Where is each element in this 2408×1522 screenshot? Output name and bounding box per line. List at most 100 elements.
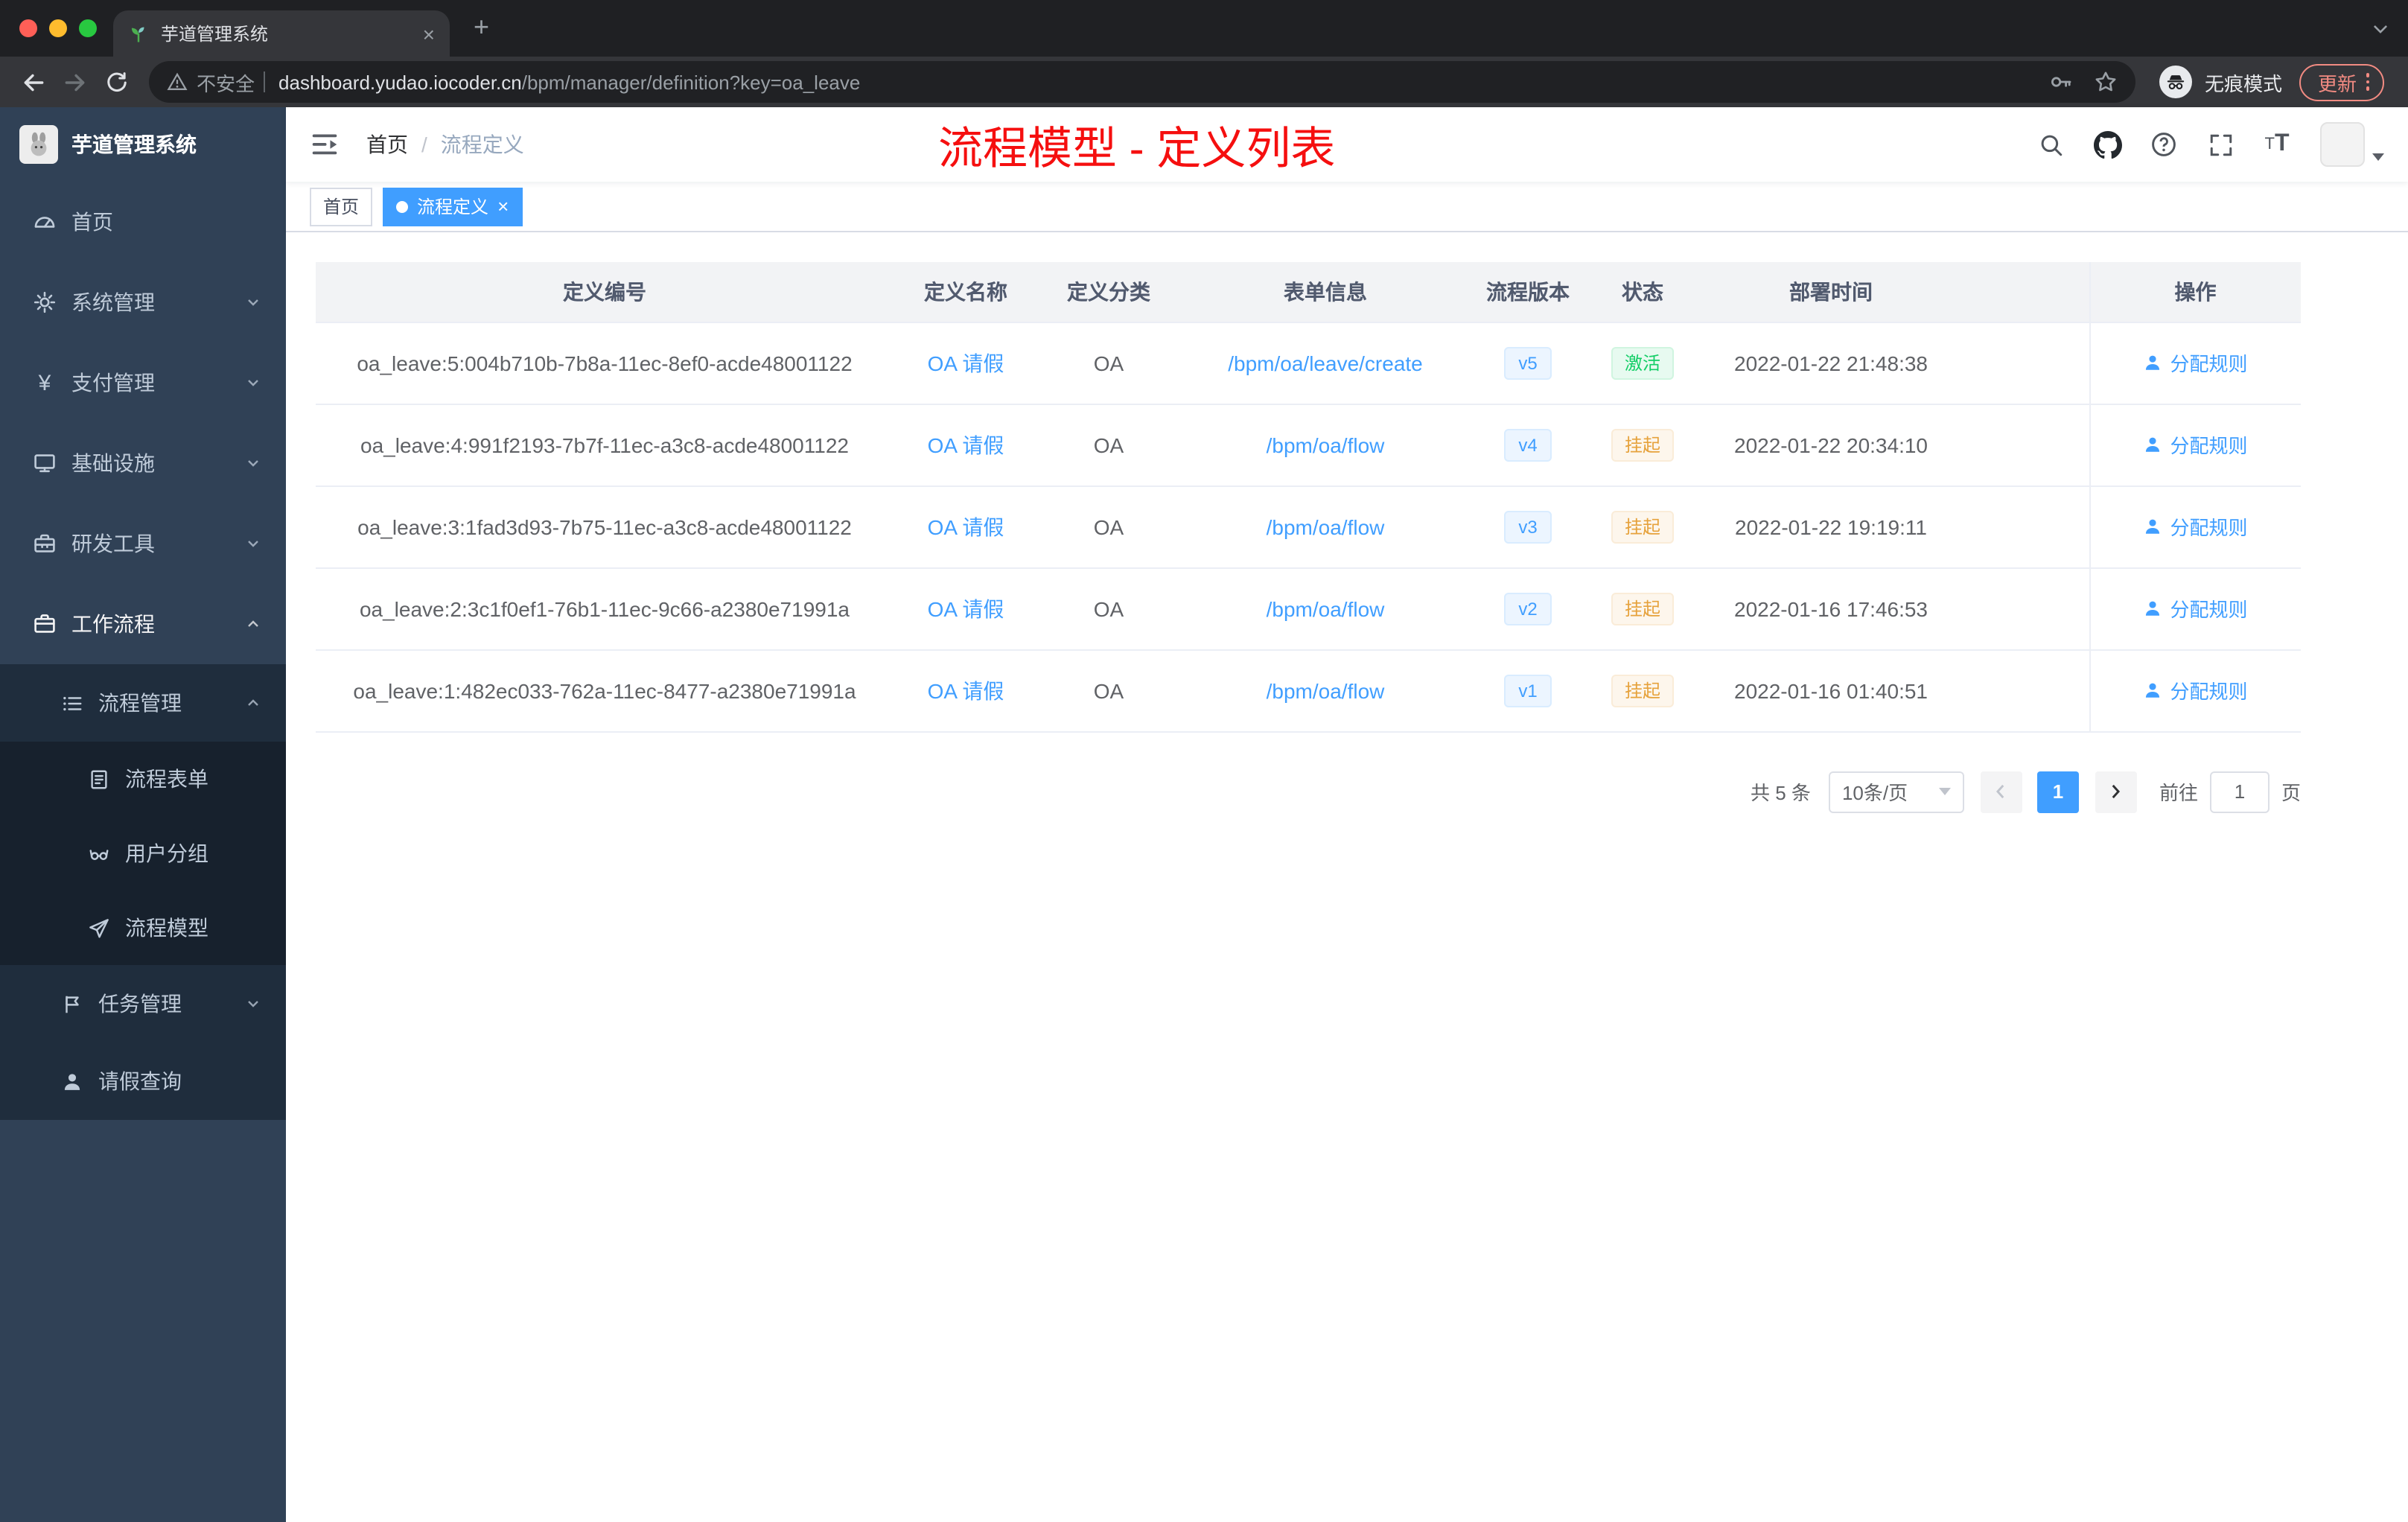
tags-view: 首页 流程定义 × [286,182,2408,232]
assign-rule-button[interactable]: 分配规则 [2143,348,2248,377]
sidebar-item-system[interactable]: 系统管理 [0,262,286,343]
cell-spacer [1961,485,2089,568]
sidebar-item-home[interactable]: 首页 [0,182,286,262]
version-tag: v2 [1503,592,1552,625]
paper-plane-icon [86,916,110,940]
browser-update-button[interactable]: 更新 [2299,63,2384,101]
definition-name-link[interactable]: OA 请假 [928,515,1004,538]
help-icon[interactable] [2144,125,2183,164]
user-icon [2146,519,2160,534]
sidebar-item-task-management[interactable]: 任务管理 [0,965,286,1042]
back-icon[interactable] [12,61,54,103]
assign-rule-button[interactable]: 分配规则 [2143,430,2248,459]
status-badge: 挂起 [1611,674,1674,707]
sidebar-item-leave-query[interactable]: 请假查询 [0,1042,286,1120]
column-header: 定义编号 [316,262,894,322]
prev-page-button[interactable] [1980,771,2022,812]
table-row: oa_leave:3:1fad3d93-7b75-11ec-a3c8-acde4… [316,485,2301,568]
new-tab-button[interactable]: + [474,12,489,43]
next-page-button[interactable] [2095,771,2137,812]
chevron-down-icon [244,535,262,553]
assign-rule-button[interactable]: 分配规则 [2143,676,2248,704]
user-icon [2146,355,2160,370]
sidebar-item-payment[interactable]: ¥ 支付管理 [0,343,286,423]
sidebar-logo[interactable]: 芋道管理系统 [0,107,286,182]
window-minimize-button[interactable] [49,19,67,37]
chevron-left-icon [1996,784,2005,799]
browser-tab[interactable]: 芋道管理系统 × [113,10,450,57]
form-link[interactable]: /bpm/oa/flow [1267,678,1385,702]
tab-search-chevron-icon[interactable] [2371,19,2390,39]
chevron-down-icon [244,995,262,1013]
user-group-icon [86,841,110,865]
definition-name-link[interactable]: OA 请假 [928,351,1004,375]
sidebar-fold-icon[interactable] [310,128,343,161]
address-bar[interactable]: 不安全 dashboard.yudao.iocoder.cn/bpm/manag… [149,61,2136,103]
page-number-1[interactable]: 1 [2036,771,2079,812]
column-header: 定义分类 [1038,262,1179,322]
insecure-warning-icon[interactable] [167,71,188,92]
cell-definition-id: oa_leave:5:004b710b-7b8a-11ec-8ef0-acde4… [316,322,894,404]
form-link[interactable]: /bpm/oa/flow [1267,596,1385,620]
font-size-icon[interactable]: TT [2258,125,2296,164]
page-size-select[interactable]: 10条/页 [1828,771,1964,812]
sidebar: 芋道管理系统 首页 系统管理 ¥ 支付管理 基础设施 研发工具 工作流程 流程管… [0,107,286,1522]
reload-icon[interactable] [95,61,137,103]
sidebar-item-label: 首页 [71,210,113,234]
search-icon[interactable] [2031,125,2070,164]
assign-rule-button[interactable]: 分配规则 [2143,512,2248,541]
browser-tab-strip: 芋道管理系统 × + [0,0,2408,57]
browser-menu-icon[interactable] [2366,73,2369,91]
tag-home[interactable]: 首页 [310,187,373,226]
window-zoom-button[interactable] [79,19,97,37]
window-close-button[interactable] [19,19,37,37]
breadcrumb-home[interactable]: 首页 [366,130,408,159]
tab-close-icon[interactable]: × [423,23,435,44]
cell-spacer [1961,322,2089,404]
sidebar-item-process-form[interactable]: 流程表单 [0,742,286,816]
version-tag: v5 [1503,346,1552,379]
form-link[interactable]: /bpm/oa/leave/create [1228,351,1423,375]
cell-deploy-time: 2022-01-22 21:48:38 [1701,322,1961,404]
sidebar-item-label: 支付管理 [71,371,155,395]
bookmark-star-icon[interactable] [2095,70,2118,94]
omnibox-divider [264,71,266,92]
avatar[interactable] [2320,122,2365,167]
sidebar-item-label: 研发工具 [71,532,155,555]
github-icon[interactable] [2088,125,2127,164]
assign-rule-label: 分配规则 [2170,517,2248,539]
url-host: dashboard.yudao.iocoder.cn [278,71,522,93]
tag-process-definition[interactable]: 流程定义 × [383,187,523,226]
breadcrumb-separator: / [421,133,427,156]
yen-icon: ¥ [38,370,51,395]
user-menu[interactable] [2320,122,2384,167]
avatar-caret-icon [2372,153,2384,161]
definition-name-link[interactable]: OA 请假 [928,596,1004,620]
fullscreen-icon[interactable] [2201,125,2240,164]
tag-close-icon[interactable]: × [497,197,509,216]
forward-icon[interactable] [54,61,95,103]
cell-definition-id: oa_leave:2:3c1f0ef1-76b1-11ec-9c66-a2380… [316,567,894,650]
definition-name-link[interactable]: OA 请假 [928,433,1004,456]
password-key-icon[interactable] [2050,70,2074,94]
assign-rule-button[interactable]: 分配规则 [2143,594,2248,623]
table-row: oa_leave:1:482ec033-762a-11ec-8477-a2380… [316,649,2301,732]
form-link[interactable]: /bpm/oa/flow [1267,433,1385,456]
sidebar-item-process-model[interactable]: 流程模型 [0,891,286,965]
table-row: oa_leave:4:991f2193-7b7f-11ec-a3c8-acde4… [316,404,2301,486]
cell-category: OA [1038,322,1179,404]
page-size-value: 10条/页 [1841,782,1908,804]
sidebar-item-infrastructure[interactable]: 基础设施 [0,423,286,503]
sidebar-item-user-group[interactable]: 用户分组 [0,816,286,891]
sidebar-item-workflow[interactable]: 工作流程 [0,584,286,664]
cell-definition-id: oa_leave:3:1fad3d93-7b75-11ec-a3c8-acde4… [316,485,894,568]
sidebar-item-process-management[interactable]: 流程管理 [0,664,286,742]
sidebar-item-dev-tools[interactable]: 研发工具 [0,503,286,584]
form-link[interactable]: /bpm/oa/flow [1267,515,1385,538]
security-label: 不安全 [197,72,255,95]
briefcase-icon [33,612,57,636]
definition-name-link[interactable]: OA 请假 [928,678,1004,702]
breadcrumb: 首页 / 流程定义 [366,130,524,159]
goto-page-input[interactable] [2209,771,2270,812]
column-header: 操作 [2089,262,2301,322]
